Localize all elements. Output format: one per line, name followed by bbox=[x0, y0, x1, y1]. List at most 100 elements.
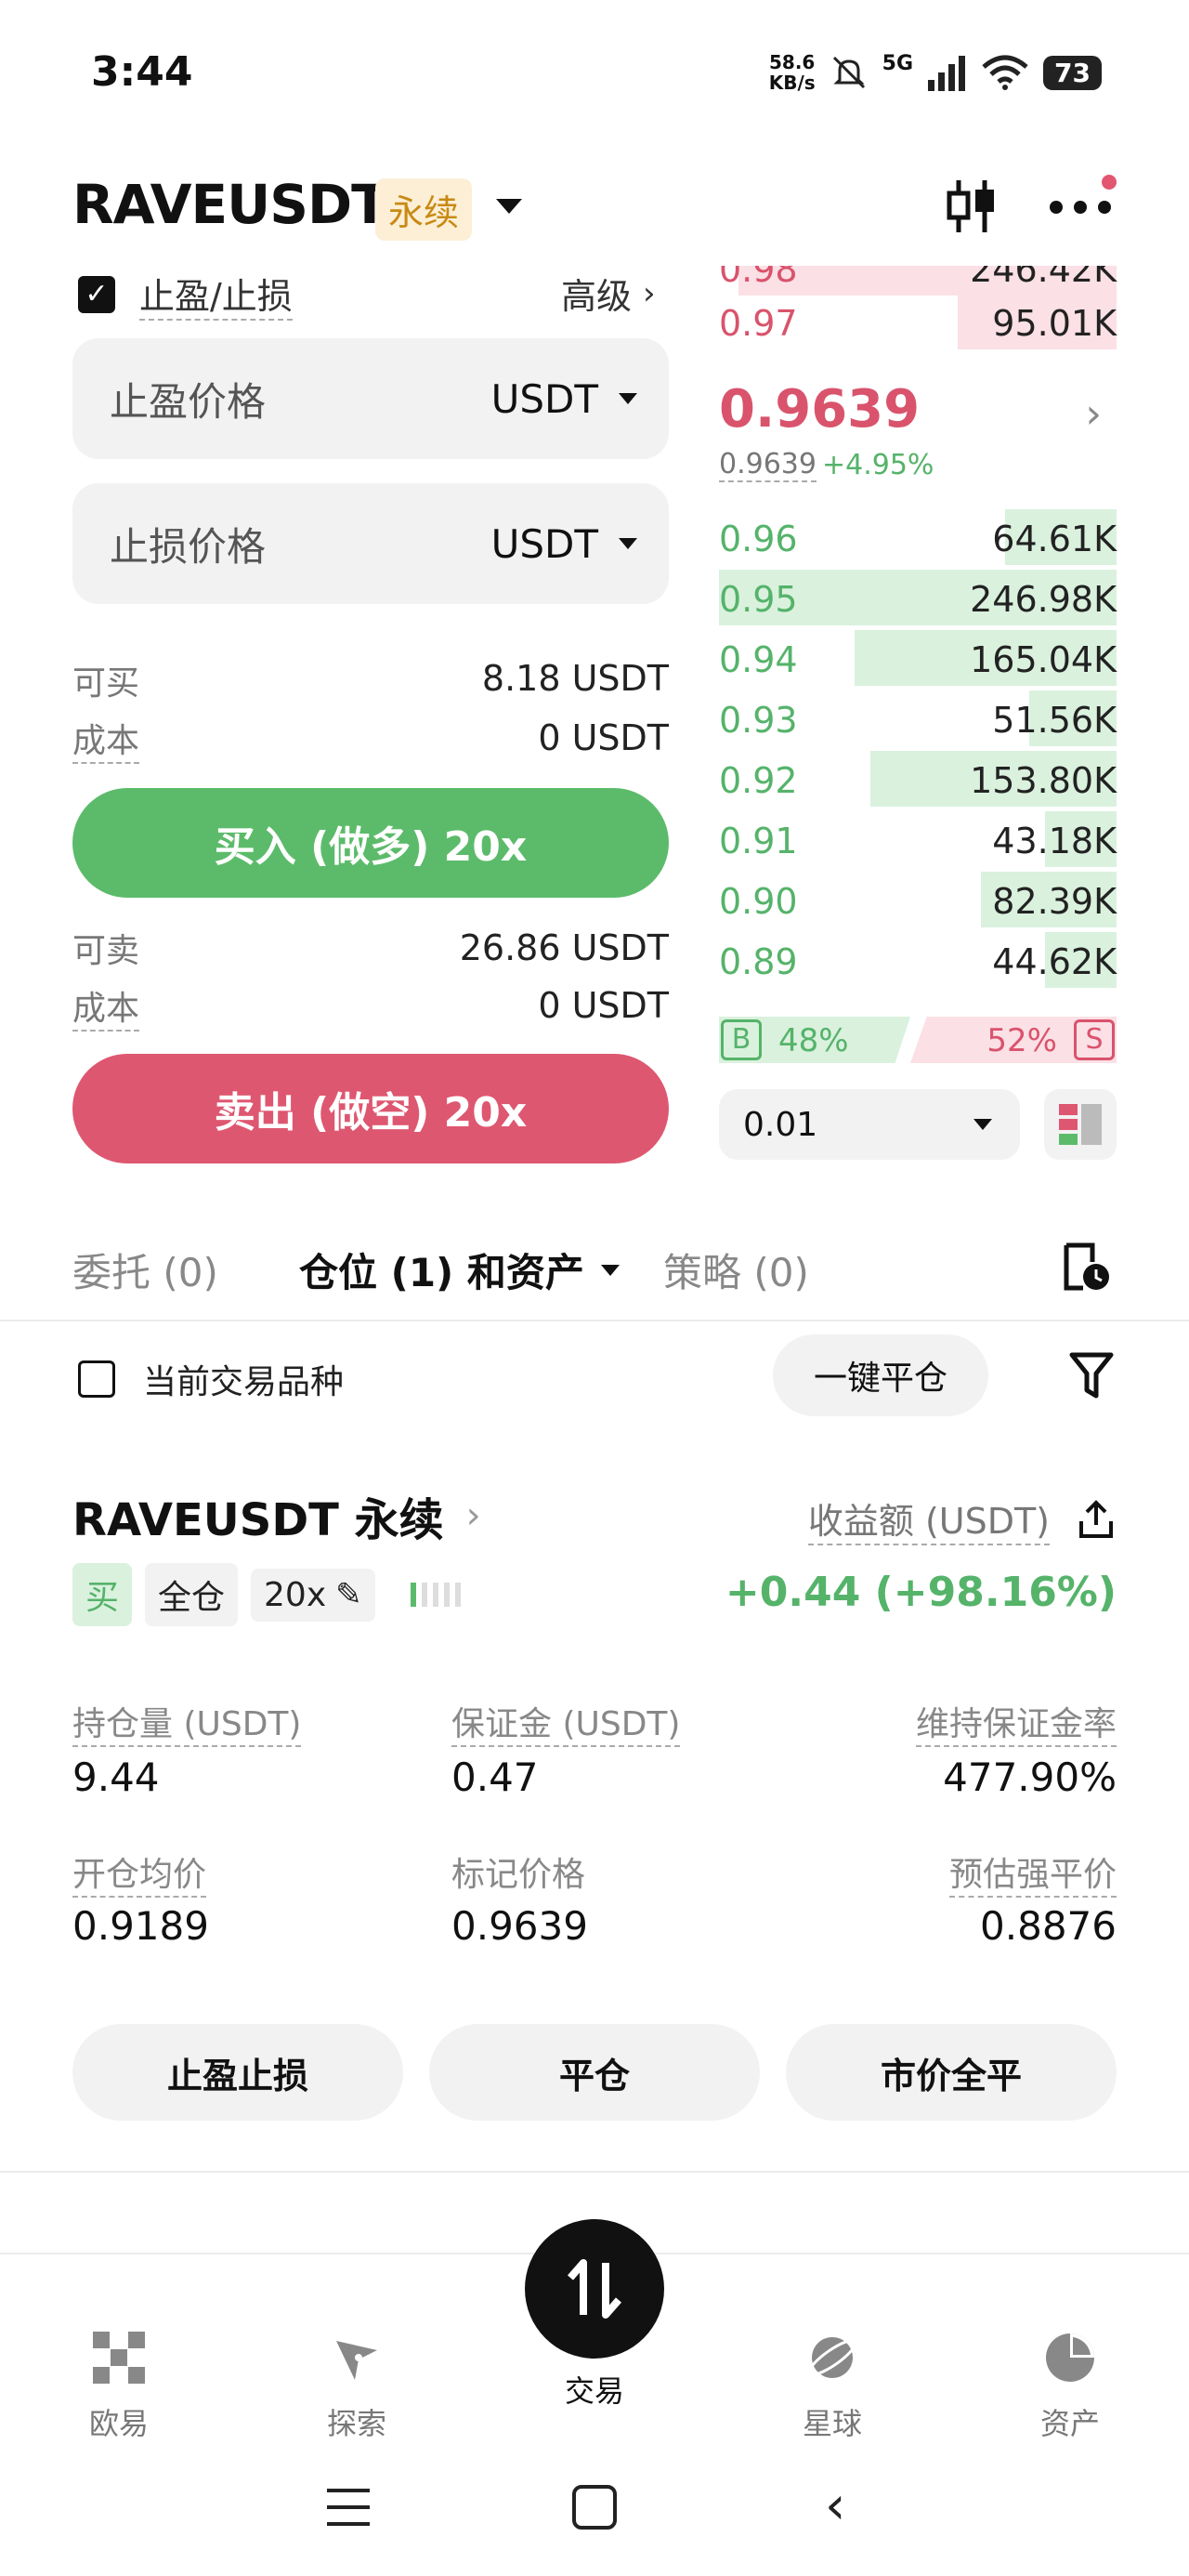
orderbook-layout-icon[interactable] bbox=[1044, 1089, 1117, 1160]
contract-type-badge: 永续 bbox=[375, 178, 473, 241]
pnl-value: +0.44 (+98.16%) bbox=[725, 1569, 1117, 1616]
tpsl-checkbox[interactable]: ✓ bbox=[78, 275, 115, 313]
pair-dropdown-icon[interactable] bbox=[496, 199, 522, 214]
nav-home[interactable]: 欧易 bbox=[35, 2328, 203, 2443]
mark-price-value: 0.9639 bbox=[451, 1903, 588, 1949]
close-position-button[interactable]: 平仓 bbox=[429, 2024, 760, 2121]
bid-row[interactable]: 0.94 165.04K bbox=[719, 630, 1117, 686]
sell-available-value: 26.86 USDT bbox=[459, 927, 669, 968]
sell-cost-value: 0 USDT bbox=[538, 985, 669, 1026]
ask-row[interactable]: 0.97 95.01K bbox=[719, 294, 1117, 349]
buy-cost-label[interactable]: 成本 bbox=[72, 714, 140, 764]
size-value: 9.44 bbox=[72, 1755, 160, 1800]
system-back-button[interactable]: ‹ bbox=[825, 2480, 845, 2532]
pair-title[interactable]: RAVEUSDT bbox=[72, 173, 388, 236]
caret-down-icon bbox=[600, 1264, 620, 1276]
sell-available-label: 可卖 bbox=[72, 932, 140, 970]
bottom-nav: 欧易 探索 交易 星球 资产 bbox=[35, 2219, 1154, 2481]
compass-icon bbox=[327, 2328, 386, 2387]
buy-long-button[interactable]: 买入 (做多) 20x bbox=[72, 788, 669, 898]
tpsl-button[interactable]: 止盈止损 bbox=[72, 2024, 403, 2121]
liq-price-label[interactable]: 预估强平价 bbox=[948, 1847, 1117, 1898]
bid-row[interactable]: 0.89 44.62K bbox=[719, 932, 1117, 988]
precision-select[interactable]: 0.01 bbox=[719, 1089, 1020, 1160]
sell-cost-label[interactable]: 成本 bbox=[72, 981, 140, 1032]
section-divider bbox=[0, 2171, 1189, 2173]
bid-row[interactable]: 0.95 246.98K bbox=[719, 570, 1117, 625]
bid-qty: 246.98K bbox=[970, 579, 1117, 620]
nav-trade[interactable]: 交易 bbox=[511, 2219, 678, 2411]
sl-unit-select[interactable]: USDT bbox=[491, 521, 637, 567]
buy-cost-value: 0 USDT bbox=[538, 717, 669, 758]
bid-price: 0.92 bbox=[719, 760, 798, 801]
ask-qty: 95.01K bbox=[992, 303, 1117, 344]
price-expand-icon[interactable]: › bbox=[1085, 390, 1102, 438]
mark-price: 0.9639 bbox=[719, 448, 817, 482]
caret-down-icon bbox=[973, 1119, 992, 1130]
tabs-divider bbox=[0, 1320, 1189, 1321]
candlestick-chart-icon[interactable] bbox=[942, 177, 1001, 236]
bid-row[interactable]: 0.92 153.80K bbox=[719, 751, 1117, 807]
okx-logo-icon bbox=[89, 2328, 149, 2387]
position-title[interactable]: RAVEUSDT 永续 › bbox=[72, 1483, 481, 1548]
orderbook: 0.98 246.42K 0.97 95.01K 0.9639 › 0.9639 +4… bbox=[719, 234, 1117, 1160]
position-tags: 买 全仓 20x ✎ bbox=[72, 1563, 461, 1626]
sell-ratio-badge: S bbox=[1074, 1019, 1115, 1060]
more-menu-icon[interactable] bbox=[1050, 175, 1117, 217]
status-time: 3:44 bbox=[91, 48, 193, 96]
buy-sell-ratio-bar: B 48% 52% S bbox=[719, 1017, 1117, 1063]
system-menu-button[interactable] bbox=[327, 2489, 370, 2526]
entry-price-label[interactable]: 开仓均价 bbox=[72, 1847, 207, 1898]
bid-row[interactable]: 0.91 43.18K bbox=[719, 811, 1117, 867]
pie-chart-icon bbox=[1040, 2328, 1100, 2387]
share-icon[interactable] bbox=[1076, 1499, 1117, 1540]
bid-qty: 43.18K bbox=[992, 821, 1117, 861]
stop-loss-input[interactable]: 止损价格 USDT bbox=[72, 483, 669, 604]
tp-unit-select[interactable]: USDT bbox=[491, 376, 637, 422]
tab-positions[interactable]: 仓位 (1) 和资产 bbox=[299, 1242, 620, 1298]
buy-ratio: 48% bbox=[778, 1022, 849, 1059]
close-all-button[interactable]: 一键平仓 bbox=[773, 1334, 988, 1416]
bid-row[interactable]: 0.93 51.56K bbox=[719, 690, 1117, 746]
take-profit-input[interactable]: 止盈价格 USDT bbox=[72, 338, 669, 459]
liq-price-value: 0.8876 bbox=[980, 1903, 1117, 1949]
buy-ratio-badge: B bbox=[721, 1019, 762, 1060]
nav-planet[interactable]: 星球 bbox=[749, 2328, 916, 2443]
sell-short-button[interactable]: 卖出 (做空) 20x bbox=[72, 1054, 669, 1163]
tpsl-label: 止盈/止损 bbox=[139, 268, 293, 321]
bid-qty: 82.39K bbox=[992, 881, 1117, 922]
pnl-label[interactable]: 收益额 (USDT) bbox=[807, 1492, 1050, 1545]
tpsl-toggle[interactable]: ✓ 止盈/止损 bbox=[78, 268, 293, 321]
net-speed: 58.6 KB/s bbox=[768, 51, 816, 94]
margin-value: 0.47 bbox=[451, 1755, 539, 1800]
price-change: +4.95% bbox=[821, 449, 934, 481]
planet-icon bbox=[803, 2328, 862, 2387]
bid-row[interactable]: 0.90 82.39K bbox=[719, 872, 1117, 927]
notification-dot bbox=[1102, 175, 1117, 190]
bid-price: 0.90 bbox=[719, 881, 798, 922]
risk-level-icon bbox=[410, 1583, 461, 1607]
mmr-label[interactable]: 维持保证金率 bbox=[915, 1697, 1117, 1747]
tab-orders[interactable]: 委托 (0) bbox=[72, 1242, 218, 1298]
system-home-button[interactable] bbox=[572, 2485, 617, 2530]
bid-row[interactable]: 0.96 64.61K bbox=[719, 509, 1117, 565]
advanced-link[interactable]: 高级 › bbox=[561, 268, 656, 319]
current-symbol-filter[interactable]: 当前交易品种 bbox=[78, 1355, 344, 1403]
size-label[interactable]: 持仓量 (USDT) bbox=[72, 1697, 302, 1747]
bid-price: 0.89 bbox=[719, 941, 798, 982]
market-close-all-button[interactable]: 市价全平 bbox=[786, 2024, 1117, 2121]
sell-ratio: 52% bbox=[986, 1022, 1057, 1059]
filter-icon[interactable] bbox=[1068, 1351, 1115, 1400]
nav-assets[interactable]: 资产 bbox=[986, 2328, 1154, 2443]
mute-bell-icon bbox=[832, 56, 865, 89]
order-history-icon[interactable] bbox=[1059, 1240, 1115, 1295]
leverage-tag[interactable]: 20x ✎ bbox=[251, 1568, 375, 1622]
margin-label[interactable]: 保证金 (USDT) bbox=[451, 1697, 681, 1747]
nav-explore[interactable]: 探索 bbox=[273, 2328, 440, 2443]
bid-qty: 153.80K bbox=[970, 760, 1117, 801]
tab-strategies[interactable]: 策略 (0) bbox=[663, 1242, 809, 1298]
pnl-label-row: 收益额 (USDT) bbox=[807, 1492, 1117, 1545]
chevron-right-icon: › bbox=[465, 1494, 481, 1537]
bid-price: 0.93 bbox=[719, 700, 798, 741]
current-symbol-checkbox[interactable] bbox=[78, 1360, 115, 1398]
